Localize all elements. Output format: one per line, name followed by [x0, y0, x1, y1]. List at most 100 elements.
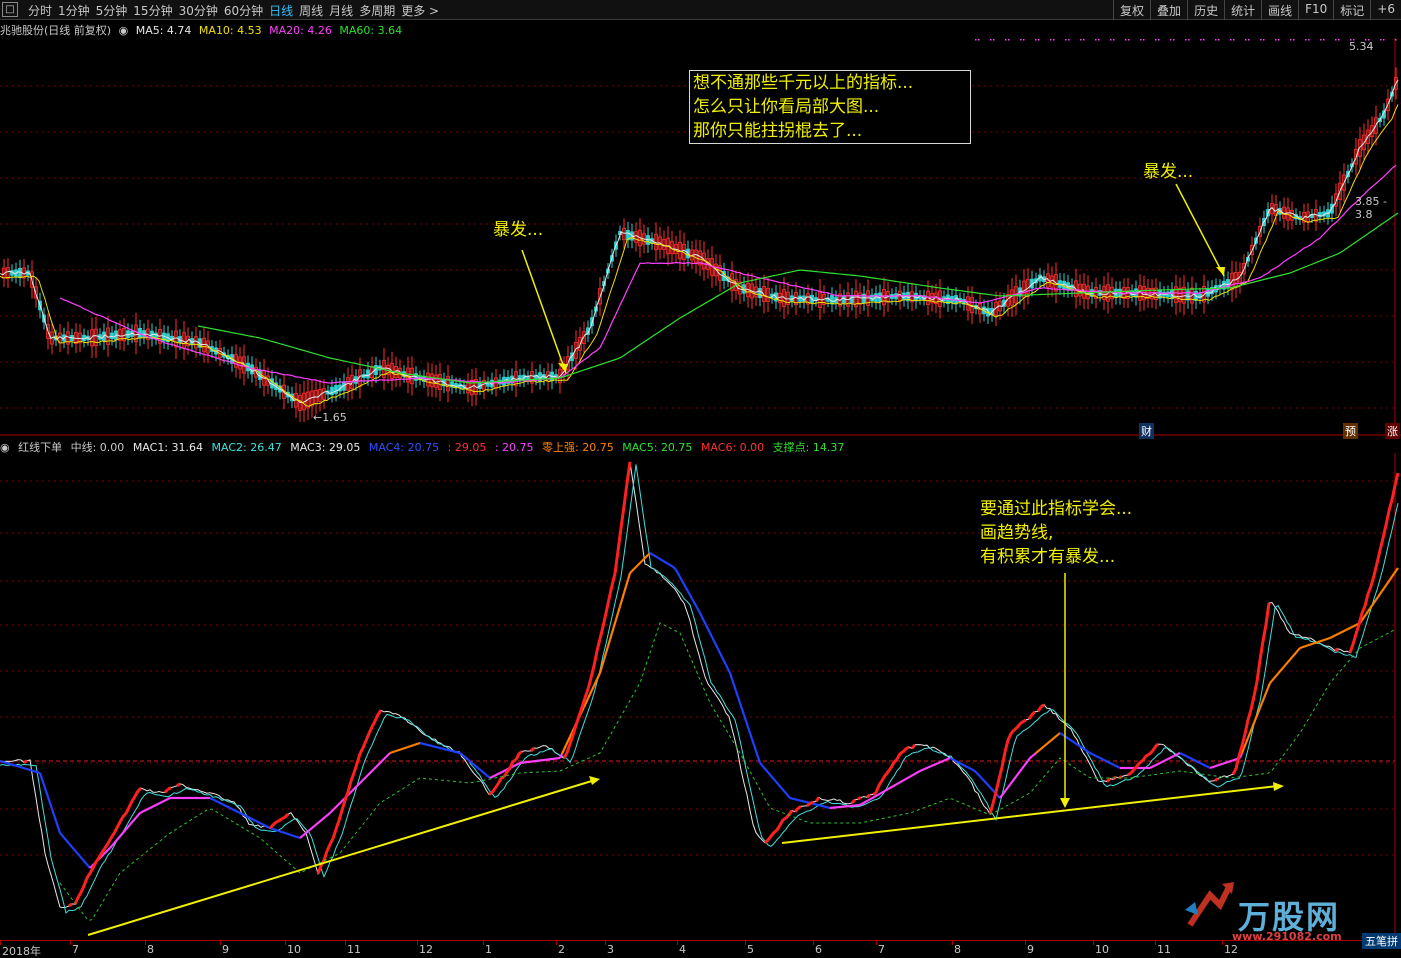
- period-tab[interactable]: 60分钟: [222, 2, 267, 19]
- base-line-segment: [933, 763, 937, 766]
- red-signal-segment: [583, 688, 590, 699]
- base-line-segment: [781, 787, 785, 792]
- base-line-segment: [981, 777, 985, 782]
- period-tab[interactable]: 5分钟: [94, 2, 132, 19]
- stats-button[interactable]: 统计: [1224, 0, 1261, 20]
- overlay-button[interactable]: 叠加: [1150, 0, 1187, 20]
- base-line-segment: [327, 812, 331, 816]
- base-line-segment: [317, 820, 321, 824]
- base-line-segment: [449, 749, 453, 753]
- base-line-segment: [943, 758, 947, 762]
- period-tab[interactable]: 月线: [327, 2, 357, 19]
- event-dot: [1113, 39, 1115, 41]
- red-signal-segment: [1132, 765, 1139, 771]
- red-signal-segment: [625, 461, 632, 484]
- window-square-icon[interactable]: □: [2, 2, 18, 17]
- f10-button[interactable]: F10: [1298, 0, 1333, 20]
- base-line-segment: [503, 769, 507, 772]
- base-line-segment: [915, 771, 919, 775]
- base-line-segment: [889, 785, 893, 789]
- base-line-segment: [1329, 636, 1333, 639]
- red-signal-segment: [370, 720, 377, 728]
- red-signal-segment: [518, 750, 523, 755]
- indicator-chart[interactable]: [0, 453, 1401, 940]
- base-line-segment: [1389, 576, 1393, 581]
- base-line-segment: [251, 818, 255, 821]
- red-signal-segment: [782, 816, 787, 822]
- base-line-segment: [769, 773, 773, 778]
- red-signal-segment: [763, 838, 770, 844]
- base-line-segment: [52, 814, 58, 822]
- base-line-segment: [467, 758, 471, 763]
- red-signal-segment: [1261, 624, 1268, 642]
- indicator-grid: [0, 453, 1396, 940]
- base-line-segment: [1007, 784, 1011, 788]
- red-signal-segment: [814, 796, 821, 803]
- date-tick: 12: [1224, 943, 1238, 956]
- base-line-segment: [311, 825, 315, 829]
- base-line-segment: [1111, 763, 1115, 766]
- base-line-segment: [610, 626, 616, 634]
- red-signal-segment: [1357, 612, 1364, 625]
- base-line-segment: [1244, 737, 1250, 744]
- tag-cai[interactable]: 财: [1139, 423, 1154, 439]
- tag-yu[interactable]: 预: [1343, 423, 1358, 439]
- period-tab[interactable]: 多周期: [357, 2, 399, 19]
- red-signal-segment: [493, 783, 500, 790]
- base-line-segment: [517, 762, 521, 765]
- base-line-segment: [295, 835, 299, 839]
- tag-zhang[interactable]: 涨: [1385, 423, 1400, 439]
- base-line-segment: [907, 775, 911, 779]
- base-line-segment: [891, 784, 895, 788]
- red-signal-segment: [886, 766, 893, 773]
- stock-title[interactable]: 兆驰股份(日线 前复权): [0, 24, 111, 37]
- base-line-segment: [1266, 682, 1272, 689]
- period-tab[interactable]: 周线: [297, 2, 327, 19]
- base-line-segment: [59, 832, 63, 837]
- base-line-segment: [233, 809, 237, 812]
- period-tab[interactable]: 30分钟: [177, 2, 222, 19]
- event-dot: [1005, 39, 1007, 41]
- date-tick-mark: [952, 941, 953, 945]
- base-line-segment: [969, 767, 973, 771]
- more-button[interactable]: 更多 >: [399, 2, 443, 19]
- base-line-segment: [1207, 766, 1211, 769]
- history-button[interactable]: 历史: [1187, 0, 1224, 20]
- event-dot: [1260, 39, 1262, 41]
- base-line-segment: [1201, 763, 1205, 766]
- event-dot: [1290, 39, 1292, 41]
- draw-line-button[interactable]: 画线: [1261, 0, 1298, 20]
- period-tab-active[interactable]: 日线: [267, 2, 297, 19]
- red-signal-segment: [1369, 575, 1376, 587]
- red-signal-segment: [773, 828, 778, 834]
- base-line-segment: [1205, 765, 1209, 768]
- base-line-segment: [1197, 761, 1201, 764]
- base-line-segment: [83, 860, 87, 865]
- base-line-segment: [803, 800, 807, 804]
- base-line-segment: [1173, 754, 1177, 757]
- base-line-segment: [21, 766, 25, 770]
- period-tab[interactable]: 分时: [26, 2, 56, 19]
- base-line-segment: [1297, 647, 1301, 652]
- base-line-segment: [589, 689, 593, 695]
- date-tick: 6: [815, 943, 822, 956]
- more-tools-button[interactable]: +6: [1370, 0, 1401, 20]
- base-line-segment: [730, 678, 736, 686]
- period-tab[interactable]: 15分钟: [131, 2, 176, 19]
- base-line-segment: [54, 820, 60, 828]
- event-dot: [1275, 39, 1277, 41]
- event-dot: [1053, 39, 1055, 41]
- red-signal-segment: [1334, 647, 1339, 652]
- base-line-segment: [135, 814, 139, 819]
- mark-button[interactable]: 标记: [1333, 0, 1370, 20]
- period-tab[interactable]: 1分钟: [56, 2, 94, 19]
- base-line-segment: [675, 569, 679, 574]
- base-line-segment: [953, 759, 957, 763]
- base-line-segment: [643, 556, 647, 560]
- fuquan-button[interactable]: 复权: [1113, 0, 1150, 20]
- ime-badge[interactable]: 五笔拼: [1362, 933, 1401, 949]
- base-line-segment: [1331, 635, 1335, 638]
- red-signal-segment: [278, 817, 283, 822]
- red-signal-segment: [325, 843, 332, 852]
- dropdown-icon[interactable]: ◉: [119, 24, 129, 37]
